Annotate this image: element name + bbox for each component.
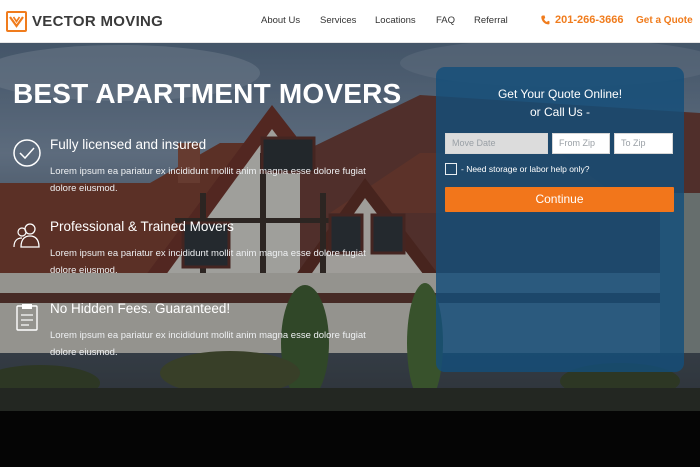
brand-name: VECTOR MOVING (32, 13, 164, 30)
nav-locations[interactable]: Locations (375, 15, 416, 26)
quote-form-subtitle: or Call Us - (529, 105, 590, 119)
logo[interactable]: VECTOR MOVING (6, 11, 163, 32)
feature-text: Lorem ipsum ea pariatur ex incididunt mo… (50, 166, 366, 194)
clipboard-icon (16, 304, 38, 331)
nav-referral[interactable]: Referral (474, 15, 508, 26)
storage-checkbox[interactable] (445, 163, 457, 175)
feature-text: Lorem ipsum ea pariatur ex incididunt mo… (50, 248, 366, 276)
hero-title: BEST APARTMENT MOVERS (13, 78, 402, 109)
nav-services[interactable]: Services (320, 15, 356, 26)
checkmark-circle-icon (13, 139, 41, 167)
quote-form-title: Get Your Quote Online! (497, 87, 623, 101)
nav-about-us[interactable]: About Us (261, 15, 300, 26)
hero-section: BEST APARTMENT MOVERS Fully licensed and… (0, 43, 700, 411)
people-icon (13, 223, 40, 248)
vector-logo-icon (6, 11, 27, 32)
phone-link[interactable]: 201-266-3666 (541, 14, 624, 26)
to-zip-input[interactable]: To Zip (614, 133, 673, 154)
phone-number: 201-266-3666 (555, 14, 624, 26)
site-header: VECTOR MOVING About Us Services Location… (0, 0, 700, 43)
get-a-quote-link[interactable]: Get a Quote (636, 15, 693, 26)
move-date-input[interactable]: Move Date (445, 133, 548, 154)
feature-text: Lorem ipsum ea pariatur ex incididunt mo… (50, 330, 366, 358)
from-zip-input[interactable]: From Zip (552, 133, 610, 154)
feature-title: Professional & Trained Movers (50, 219, 234, 234)
feature-title: No Hidden Fees. Guaranteed! (50, 301, 231, 316)
quote-form-panel: Get Your Quote Online! or Call Us - Move… (436, 67, 684, 372)
storage-checkbox-label: - Need storage or labor help only? (461, 164, 590, 174)
phone-icon (541, 15, 550, 25)
feature-title: Fully licensed and insured (50, 137, 207, 152)
nav-faq[interactable]: FAQ (436, 15, 455, 26)
continue-button[interactable]: Continue (445, 187, 674, 212)
